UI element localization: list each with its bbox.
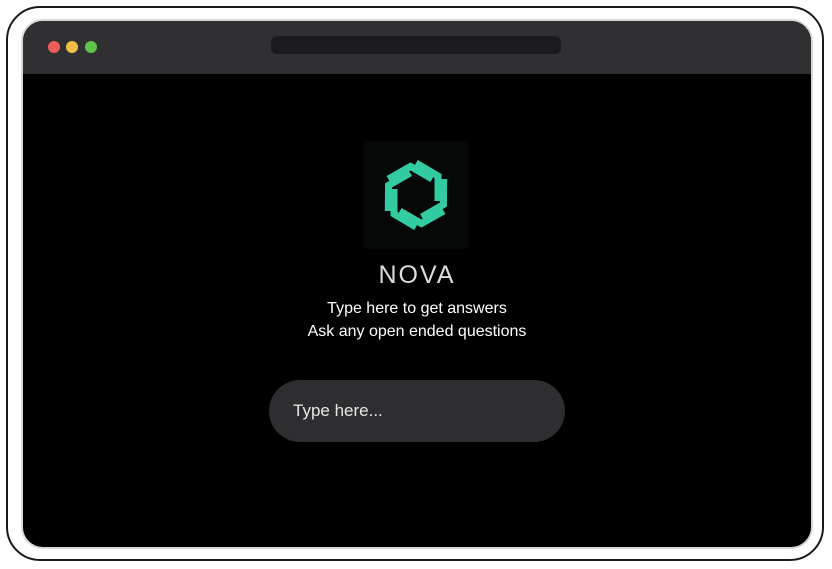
close-window-button[interactable] <box>48 41 60 53</box>
title-bar <box>23 21 811 74</box>
minimize-window-button[interactable] <box>66 41 78 53</box>
question-input[interactable] <box>269 380 565 442</box>
hero-subtitle-line2: Ask any open ended questions <box>307 323 527 340</box>
brand-name: NOVA <box>378 261 456 289</box>
maximize-window-button[interactable] <box>85 41 97 53</box>
nova-knot-icon <box>378 157 454 233</box>
app-window: NOVA Type here to get answers Ask any op… <box>21 19 813 549</box>
logo-tile <box>363 141 469 249</box>
hero-subtitle-line1: Type here to get answers <box>327 300 507 317</box>
address-bar[interactable] <box>271 36 561 54</box>
